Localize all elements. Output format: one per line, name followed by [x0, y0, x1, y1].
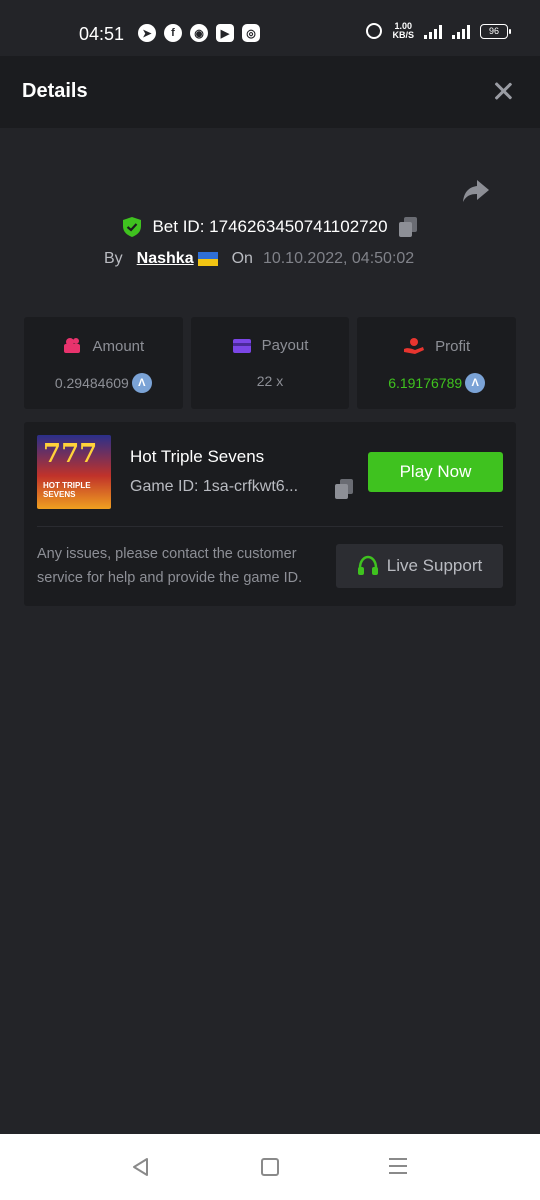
card-icon	[232, 338, 251, 353]
youtube-icon: ▶	[216, 24, 234, 42]
share-icon[interactable]	[462, 178, 490, 204]
status-bar: 04:51 ➤ f ◉ ▶ ◎ 1.00 KB/S 96	[0, 0, 540, 56]
amount-icon	[64, 338, 81, 353]
instagram-icon: ◎	[242, 24, 260, 42]
close-icon[interactable]	[490, 78, 516, 104]
stat-amount: Amount 0.29484609 Λ	[24, 317, 183, 409]
stat-profit: Profit 6.19176789 Λ	[357, 317, 517, 409]
on-label: On	[231, 250, 253, 267]
coin-icon: Λ	[131, 373, 152, 393]
system-nav-bar	[0, 1134, 540, 1200]
payout-value: 22 x	[256, 373, 284, 389]
battery-icon: 96	[480, 23, 511, 39]
signal-strength-icon	[452, 23, 470, 39]
bet-id: Bet ID: 1746263450741102720	[152, 217, 388, 236]
amount-label: Amount	[92, 337, 145, 355]
status-time: 04:51	[79, 24, 125, 44]
status-right: 1.00 KB/S 96	[366, 21, 511, 40]
bet-date: 10.10.2022, 04:50:02	[262, 250, 415, 267]
game-thumbnail[interactable]: 777 HOT TRIPLE SEVENS	[37, 435, 111, 509]
shield-check-icon	[123, 217, 142, 237]
facebook-icon: f	[164, 24, 182, 42]
signal-strength-icon	[424, 23, 442, 39]
status-app-icons: ➤ f ◉ ▶ ◎	[138, 24, 260, 42]
bet-meta-row: By Nashka On 10.10.2022, 04:50:02	[104, 250, 414, 268]
telegram-icon: ➤	[138, 24, 156, 42]
back-icon[interactable]	[130, 1156, 152, 1178]
profit-icon	[404, 338, 425, 354]
amount-value: 0.29484609	[54, 375, 129, 391]
ukraine-flag-icon	[197, 252, 218, 266]
profit-label: Profit	[435, 337, 471, 355]
recent-apps-icon[interactable]	[388, 1156, 410, 1178]
play-now-button[interactable]: Play Now	[368, 452, 503, 492]
copy-icon[interactable]	[334, 478, 354, 500]
bet-username-link[interactable]: Nashka	[137, 250, 194, 268]
support-text: Any issues, please contact the customer …	[37, 546, 303, 586]
alarm-icon	[366, 23, 383, 39]
payout-label: Payout	[261, 337, 309, 354]
signal-icon: ◉	[190, 24, 208, 42]
game-id: Game ID: 1sa-crfkwt6...	[130, 478, 299, 495]
headset-icon	[357, 555, 378, 575]
page-title: Details	[22, 80, 88, 102]
game-title: Hot Triple Sevens	[130, 447, 265, 466]
home-icon[interactable]	[259, 1156, 281, 1178]
game-card: 777 HOT TRIPLE SEVENS Hot Triple Sevens …	[24, 422, 516, 606]
stat-payout: Payout 22 x	[190, 317, 350, 409]
details-header: Details	[0, 56, 540, 128]
copy-icon[interactable]	[398, 216, 418, 238]
by-label: By	[104, 250, 123, 267]
live-support-button[interactable]: Live Support	[336, 544, 503, 588]
coin-icon: Λ	[465, 373, 486, 393]
bet-stats: Amount 0.29484609 Λ Payout 22 x Profit 6…	[24, 317, 517, 409]
bet-id-row: Bet ID: 1746263450741102720	[0, 216, 540, 238]
network-speed: 1.00 KB/S	[392, 21, 414, 40]
divider	[37, 526, 503, 527]
live-support-label: Live Support	[386, 556, 483, 575]
profit-value: 6.19176789	[388, 375, 463, 391]
